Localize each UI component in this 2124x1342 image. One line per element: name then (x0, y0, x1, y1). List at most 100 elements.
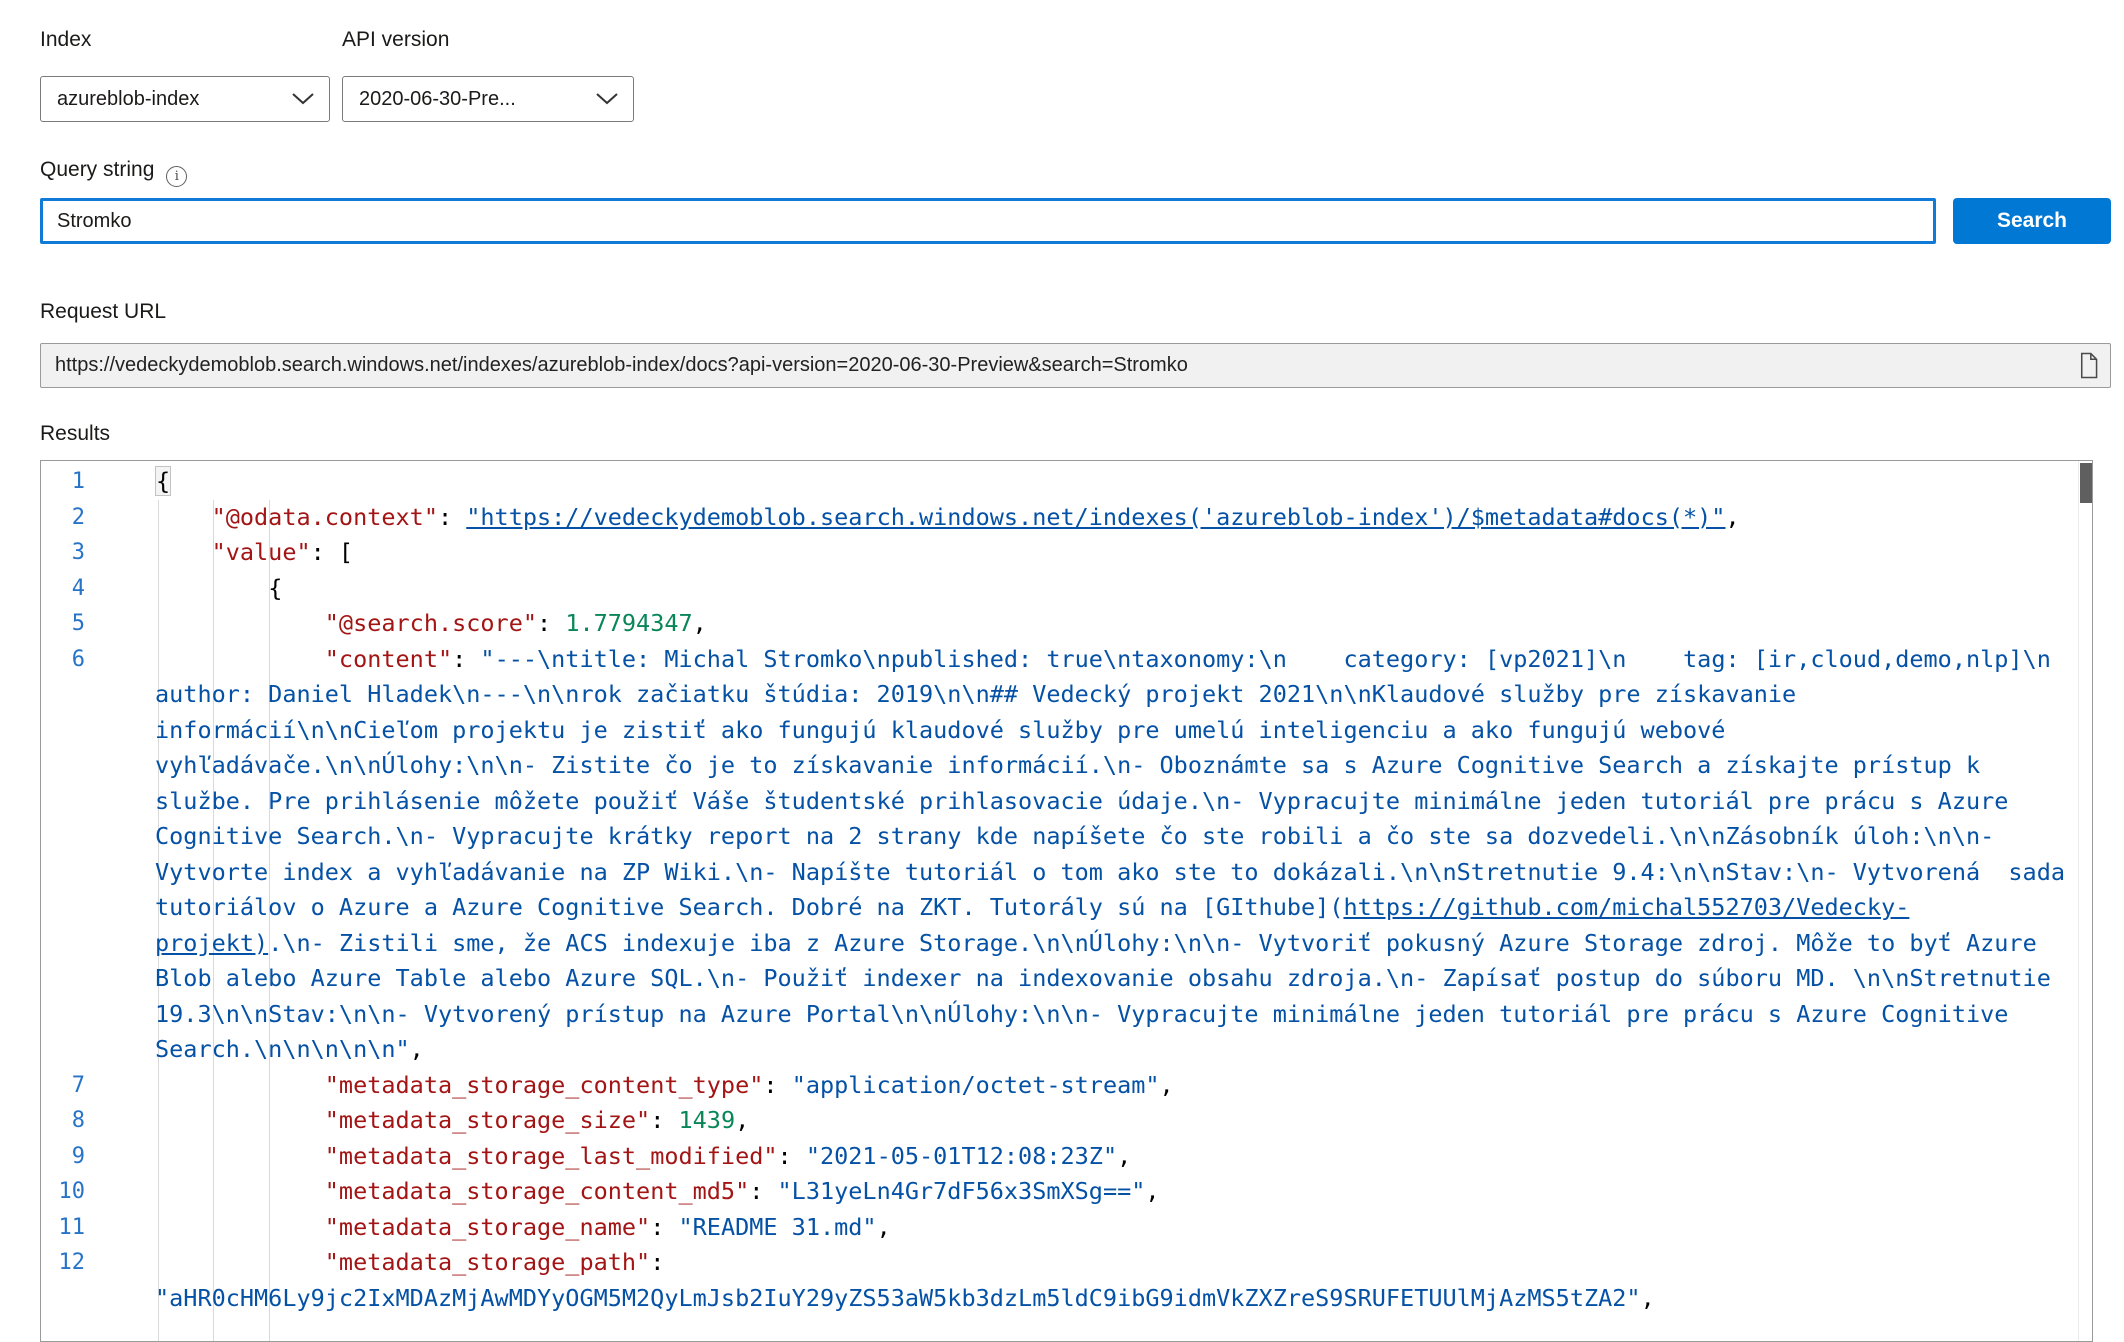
api-version-dropdown[interactable]: 2020-06-30-Pre... (342, 76, 634, 122)
json-key: "@odata.context" (212, 503, 438, 531)
json-punctuation: , (410, 1035, 424, 1063)
code-line: 1{ (41, 464, 2092, 500)
info-icon[interactable]: i (166, 166, 187, 187)
code-line-content: "metadata_storage_last_modified": "2021-… (85, 1139, 2092, 1175)
request-url-value: https://vedeckydemoblob.search.windows.n… (55, 354, 2066, 377)
index-label: Index (40, 28, 91, 52)
json-key: "@search.score" (325, 609, 537, 637)
code-line: 6 "content": "---\ntitle: Michal Stromko… (41, 642, 2092, 1068)
results-label: Results (40, 422, 110, 446)
json-link[interactable]: "https://vedeckydemoblob.search.windows.… (466, 503, 1725, 531)
request-url-field: https://vedeckydemoblob.search.windows.n… (40, 343, 2111, 388)
line-number: 12 (41, 1245, 85, 1316)
json-punctuation: , (877, 1213, 891, 1241)
query-string-label: Query string (40, 158, 154, 181)
json-key: "metadata_storage_content_md5" (325, 1177, 749, 1205)
code-line: 7 "metadata_storage_content_type": "appl… (41, 1068, 2092, 1104)
json-punctuation (155, 645, 325, 673)
code-line-content: "@odata.context": "https://vedeckydemobl… (85, 500, 2092, 536)
json-punctuation: : (438, 503, 466, 531)
copy-icon (2076, 352, 2098, 379)
json-string: "---\ntitle: Michal Stromko\npublished: … (155, 645, 2093, 922)
json-punctuation: : (778, 1142, 806, 1170)
json-punctuation: , (1145, 1177, 1159, 1205)
code-line: 10 "metadata_storage_content_md5": "L31y… (41, 1174, 2092, 1210)
json-punctuation (155, 1071, 325, 1099)
json-punctuation (155, 1177, 325, 1205)
code-line-content: { (85, 571, 2092, 607)
json-open-brace: { (155, 466, 171, 496)
code-line-content: "metadata_storage_path": "aHR0cHM6Ly9jc2… (85, 1245, 2092, 1316)
copy-button[interactable] (2076, 352, 2098, 379)
code-line-content: "metadata_storage_name": "README 31.md", (85, 1210, 2092, 1246)
code-line: 11 "metadata_storage_name": "README 31.m… (41, 1210, 2092, 1246)
json-punctuation: : (749, 1177, 777, 1205)
code-line-content: "content": "---\ntitle: Michal Stromko\n… (85, 642, 2092, 1068)
json-key: "metadata_storage_content_type" (325, 1071, 764, 1099)
json-punctuation (155, 609, 325, 637)
request-url-label: Request URL (40, 300, 166, 324)
json-punctuation (155, 538, 212, 566)
json-punctuation: : (763, 1071, 791, 1099)
index-dropdown[interactable]: azureblob-index (40, 76, 330, 122)
json-punctuation: : (650, 1248, 678, 1276)
search-button[interactable]: Search (1953, 198, 2111, 244)
json-key: "content" (325, 645, 452, 673)
code-line-content: "value": [ (85, 535, 2092, 571)
json-punctuation (155, 503, 212, 531)
vertical-scrollbar[interactable] (2078, 461, 2092, 1341)
json-string: "README 31.md" (679, 1213, 877, 1241)
code-line: 9 "metadata_storage_last_modified": "202… (41, 1139, 2092, 1175)
results-editor[interactable]: 1{2 "@odata.context": "https://vedeckyde… (40, 460, 2093, 1342)
json-key: "metadata_storage_path" (325, 1248, 650, 1276)
results-code[interactable]: 1{2 "@odata.context": "https://vedeckyde… (41, 461, 2092, 1316)
code-line-content: "@search.score": 1.7794347, (85, 606, 2092, 642)
chevron-down-icon (279, 92, 315, 106)
json-string: .\n- Zistili sme, že ACS indexuje iba z … (155, 929, 2065, 1064)
json-punctuation (155, 1142, 325, 1170)
json-punctuation: , (735, 1106, 749, 1134)
json-punctuation: , (693, 609, 707, 637)
query-string-input[interactable] (40, 198, 1936, 244)
api-version-dropdown-value: 2020-06-30-Pre... (359, 88, 516, 111)
json-key: "value" (212, 538, 311, 566)
line-number: 8 (41, 1103, 85, 1139)
json-punctuation: { (155, 574, 282, 602)
json-number: 1.7794347 (565, 609, 692, 637)
json-number: 1439 (679, 1106, 736, 1134)
json-punctuation (155, 1106, 325, 1134)
line-number: 9 (41, 1139, 85, 1175)
code-line: 2 "@odata.context": "https://vedeckydemo… (41, 500, 2092, 536)
code-line: 8 "metadata_storage_size": 1439, (41, 1103, 2092, 1139)
json-punctuation (155, 1248, 325, 1276)
query-string-label-row: Query string i (40, 158, 187, 187)
line-number: 5 (41, 606, 85, 642)
index-dropdown-value: azureblob-index (57, 88, 199, 111)
line-number: 1 (41, 464, 85, 500)
code-line-content: { (85, 464, 2092, 500)
json-string: "application/octet-stream" (792, 1071, 1160, 1099)
code-line-content: "metadata_storage_size": 1439, (85, 1103, 2092, 1139)
code-line-content: "metadata_storage_content_md5": "L31yeLn… (85, 1174, 2092, 1210)
api-version-label: API version (342, 28, 449, 52)
json-punctuation (155, 1213, 325, 1241)
line-number: 3 (41, 535, 85, 571)
code-line: 12 "metadata_storage_path": "aHR0cHM6Ly9… (41, 1245, 2092, 1316)
json-string: "aHR0cHM6Ly9jc2IxMDAzMjAwMDYyOGM5M2QyLmJ… (155, 1284, 1641, 1312)
json-punctuation: , (1725, 503, 1739, 531)
line-number: 6 (41, 642, 85, 1068)
json-key: "metadata_storage_name" (325, 1213, 650, 1241)
code-line: 3 "value": [ (41, 535, 2092, 571)
json-string: "L31yeLn4Gr7dF56x3SmXSg==" (778, 1177, 1146, 1205)
json-punctuation: : (452, 645, 480, 673)
search-explorer-page: Index azureblob-index API version 2020-0… (0, 0, 2124, 1332)
code-line: 4 { (41, 571, 2092, 607)
line-number: 2 (41, 500, 85, 536)
line-number: 4 (41, 571, 85, 607)
json-punctuation: : (650, 1213, 678, 1241)
json-string: "2021-05-01T12:08:23Z" (806, 1142, 1117, 1170)
scrollbar-thumb[interactable] (2080, 463, 2092, 503)
json-punctuation: : (650, 1106, 678, 1134)
json-key: "metadata_storage_size" (325, 1106, 650, 1134)
line-number: 7 (41, 1068, 85, 1104)
